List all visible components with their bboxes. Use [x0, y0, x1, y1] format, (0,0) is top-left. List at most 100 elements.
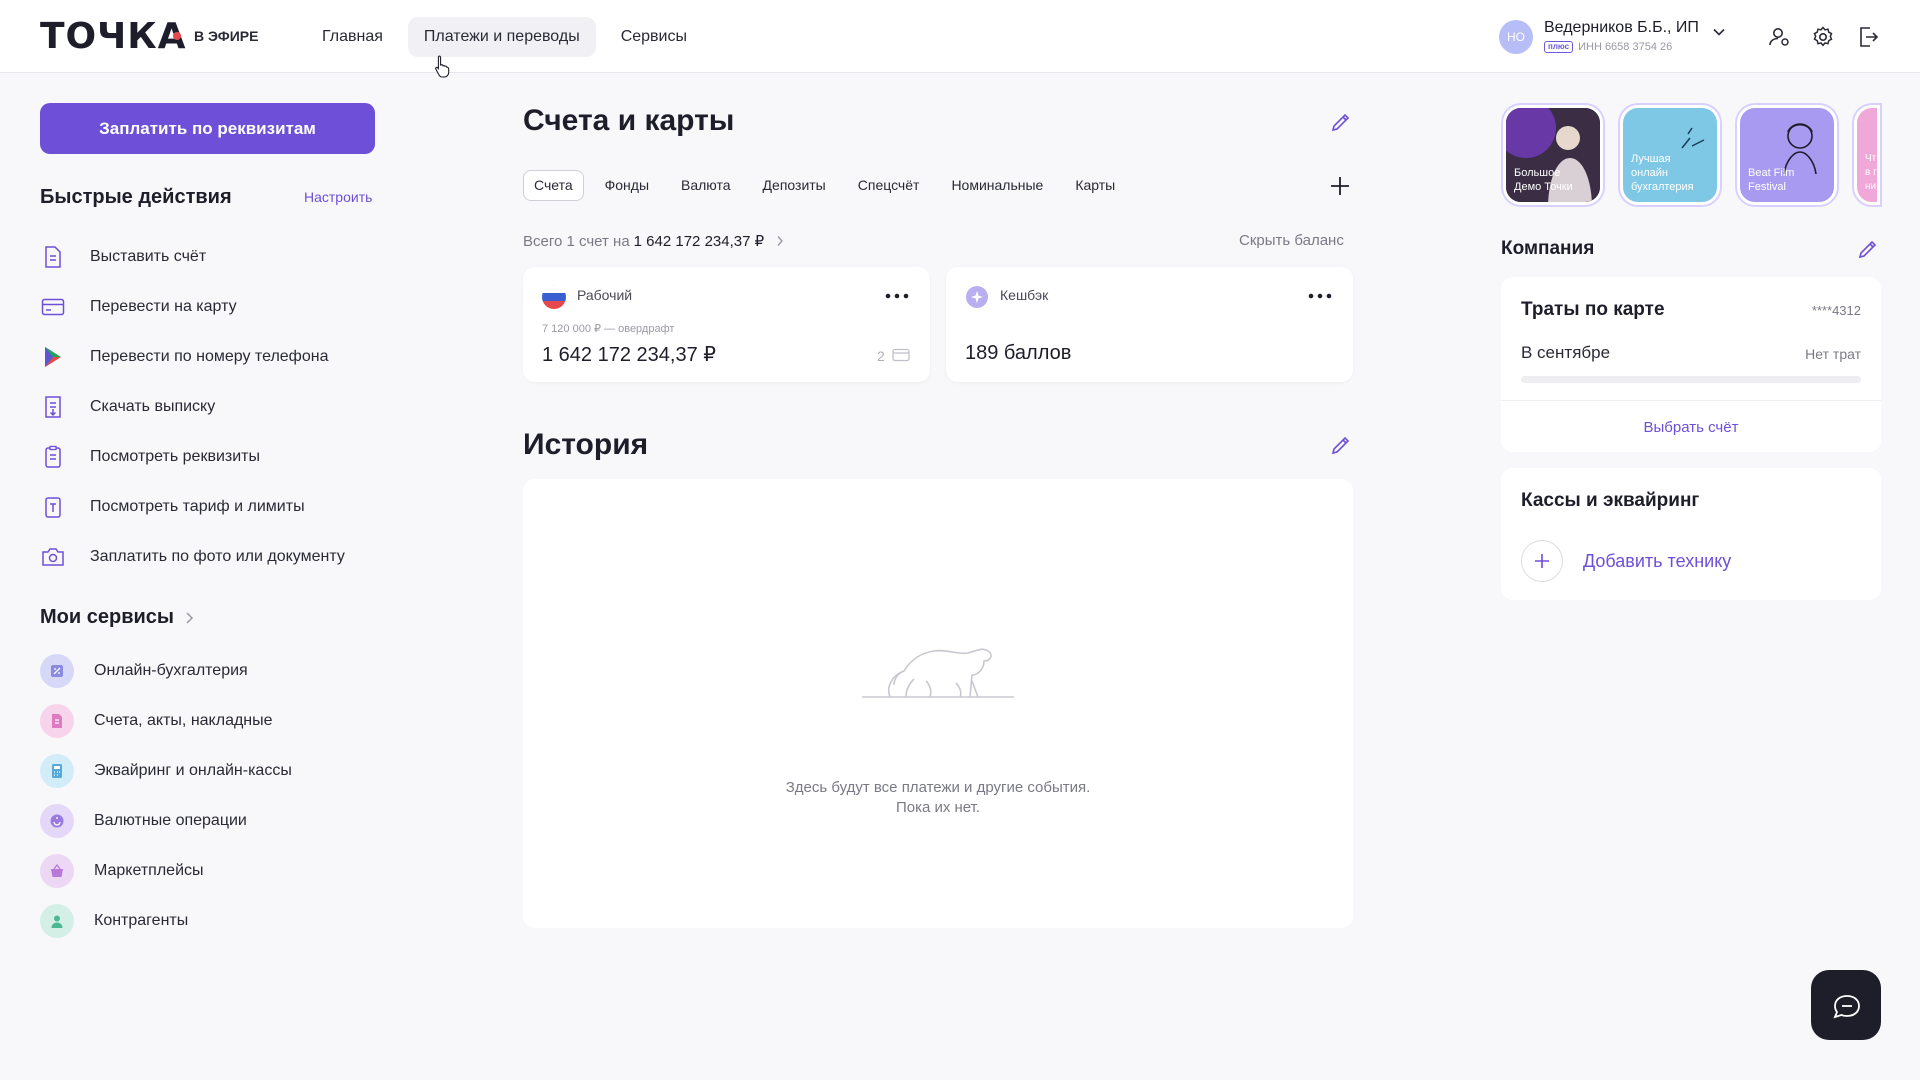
- card-icon: [41, 298, 65, 316]
- overdraft-label: 7 120 000 ₽ — овердрафт: [542, 323, 675, 335]
- add-account-icon[interactable]: [1328, 174, 1352, 198]
- plus-icon: [1521, 540, 1563, 582]
- tab-accounts[interactable]: Счета: [523, 170, 584, 201]
- top-header: ТОЧКА В ЭФИРЕ Главная Платежи и переводы…: [0, 0, 1920, 73]
- quick-action-card-transfer[interactable]: Перевести на карту: [40, 282, 360, 332]
- tab-cards[interactable]: Карты: [1064, 170, 1126, 201]
- service-invoices[interactable]: Счета, акты, накладные: [40, 696, 360, 746]
- card-spending-panel: Траты по карте ****4312 В сентябре Нет т…: [1501, 277, 1881, 452]
- history-panel: Здесь будут все платежи и другие события…: [523, 479, 1353, 928]
- total-prefix: Всего 1 счет на: [523, 232, 630, 250]
- total-amount: 1 642 172 234,37 ₽: [633, 233, 765, 250]
- service-marketplaces[interactable]: Маркетплейсы: [40, 846, 360, 896]
- total-balance[interactable]: Всего 1 счет на 1 642 172 234,37 ₽: [523, 232, 784, 250]
- service-label: Онлайн-бухгалтерия: [94, 662, 248, 679]
- quick-action-label: Выставить счёт: [90, 248, 207, 265]
- cashback-card[interactable]: Кешбэк 189 баллов: [946, 267, 1353, 382]
- card-small-icon: [892, 348, 910, 362]
- sparkle-icon: [1681, 127, 1705, 149]
- edit-history-icon[interactable]: [1329, 433, 1353, 457]
- quick-action-label: Посмотреть реквизиты: [90, 448, 260, 465]
- tab-currency[interactable]: Валюта: [670, 170, 742, 201]
- nav-item-services[interactable]: Сервисы: [605, 17, 703, 57]
- service-label: Контрагенты: [94, 912, 189, 929]
- my-services-label: Мои сервисы: [40, 606, 174, 628]
- spending-status: Нет трат: [1805, 346, 1861, 362]
- nav-item-home[interactable]: Главная: [306, 17, 399, 57]
- quick-action-requisites[interactable]: Посмотреть реквизиты: [40, 432, 360, 482]
- tab-nominal[interactable]: Номинальные: [940, 170, 1054, 201]
- choose-account-link[interactable]: Выбрать счёт: [1501, 419, 1881, 436]
- spending-title: Траты по карте: [1521, 299, 1665, 320]
- story-partial[interactable]: Чт в г ни: [1854, 105, 1880, 205]
- logo[interactable]: ТОЧКА: [40, 16, 187, 57]
- quick-action-phone-transfer[interactable]: Перевести по номеру телефона: [40, 332, 360, 382]
- quick-action-label: Скачать выписку: [90, 398, 216, 415]
- service-accounting[interactable]: Онлайн-бухгалтерия: [40, 646, 360, 696]
- story-title: Beat Film Festival: [1748, 167, 1795, 193]
- service-currency[interactable]: Валютные операции: [40, 796, 360, 846]
- documents-icon: [40, 704, 74, 738]
- pos-panel: Кассы и эквайринг Добавить технику: [1501, 468, 1881, 600]
- story-title: Чт в г ни: [1865, 153, 1877, 192]
- edit-accounts-icon[interactable]: [1329, 110, 1353, 134]
- account-card-main[interactable]: Рабочий 7 120 000 ₽ — овердрафт 1 642 17…: [523, 267, 930, 382]
- cash-register-icon: [40, 754, 74, 788]
- gear-icon[interactable]: [1811, 25, 1835, 49]
- user-name: Ведерников Б.Б., ИП: [1544, 19, 1699, 36]
- tab-funds[interactable]: Фонды: [594, 170, 660, 201]
- chat-button[interactable]: [1811, 970, 1881, 1040]
- service-label: Маркетплейсы: [94, 862, 204, 879]
- user-sub: плюс ИНН 6658 3754 26: [1544, 41, 1672, 53]
- live-indicator[interactable]: В ЭФИРЕ: [173, 28, 258, 44]
- camera-icon: [42, 548, 64, 566]
- add-equipment-label: Добавить технику: [1583, 550, 1732, 571]
- service-label: Счета, акты, накладные: [94, 712, 273, 729]
- currency-icon: [40, 804, 74, 838]
- edit-company-icon[interactable]: [1856, 237, 1880, 261]
- more-dots-icon[interactable]: [1308, 293, 1332, 299]
- avatar: НО: [1499, 20, 1533, 54]
- user-settings-icon[interactable]: [1767, 25, 1791, 49]
- nav-item-payments[interactable]: Платежи и переводы: [407, 17, 596, 57]
- tariff-icon: [45, 497, 61, 518]
- quick-actions-list: Выставить счёт Перевести на карту Переве…: [40, 232, 360, 582]
- spending-progress-bar: [1521, 376, 1861, 383]
- user-menu[interactable]: НО Ведерников Б.Б., ИП плюс ИНН 6658 375…: [1499, 19, 1739, 57]
- my-services-list: Онлайн-бухгалтерия Счета, акты, накладны…: [40, 646, 360, 946]
- service-counterparties[interactable]: Контрагенты: [40, 896, 360, 946]
- my-services-title[interactable]: Мои сервисы: [40, 606, 194, 629]
- service-acquiring[interactable]: Эквайринг и онлайн-кассы: [40, 746, 360, 796]
- story-film-festival[interactable]: Beat Film Festival: [1737, 105, 1837, 205]
- logout-icon[interactable]: [1856, 25, 1880, 49]
- pay-by-requisites-button[interactable]: Заплатить по реквизитам: [40, 103, 375, 154]
- add-equipment-button[interactable]: Добавить технику: [1521, 540, 1731, 582]
- cashback-points: 189 баллов: [965, 342, 1072, 364]
- history-title: История: [523, 428, 649, 461]
- hide-balance-link[interactable]: Скрыть баланс: [1239, 232, 1344, 249]
- quick-action-tariff[interactable]: Посмотреть тариф и лимиты: [40, 482, 360, 532]
- chevron-right-icon: [777, 236, 784, 246]
- company-title: Компания: [1501, 238, 1595, 259]
- story-accounting[interactable]: Лучшая онлайн бухгалтерия: [1620, 105, 1720, 205]
- story-demo[interactable]: Большое Демо Точки: [1503, 105, 1603, 205]
- quick-action-label: Посмотреть тариф и лимиты: [90, 498, 305, 515]
- hand-cursor-icon: [435, 55, 450, 78]
- chevron-right-icon: [186, 611, 194, 624]
- tab-deposits[interactable]: Депозиты: [752, 170, 837, 201]
- more-dots-icon[interactable]: [885, 293, 909, 299]
- accounting-icon: [40, 654, 74, 688]
- quick-action-statement[interactable]: Скачать выписку: [40, 382, 360, 432]
- service-label: Эквайринг и онлайн-кассы: [94, 762, 292, 779]
- pos-title: Кассы и эквайринг: [1521, 490, 1700, 511]
- live-label: В ЭФИРЕ: [194, 28, 259, 44]
- requisites-icon: [45, 445, 61, 468]
- divider: [1501, 400, 1881, 401]
- sbp-icon: [45, 347, 61, 367]
- tab-special[interactable]: Спецсчёт: [847, 170, 931, 201]
- quick-action-photo-pay[interactable]: Заплатить по фото или документу: [40, 532, 360, 582]
- quick-action-invoice[interactable]: Выставить счёт: [40, 232, 360, 282]
- download-statement-icon: [45, 396, 61, 418]
- quick-actions-setup-link[interactable]: Настроить: [304, 189, 372, 205]
- quick-action-label: Перевести по номеру телефона: [90, 348, 329, 365]
